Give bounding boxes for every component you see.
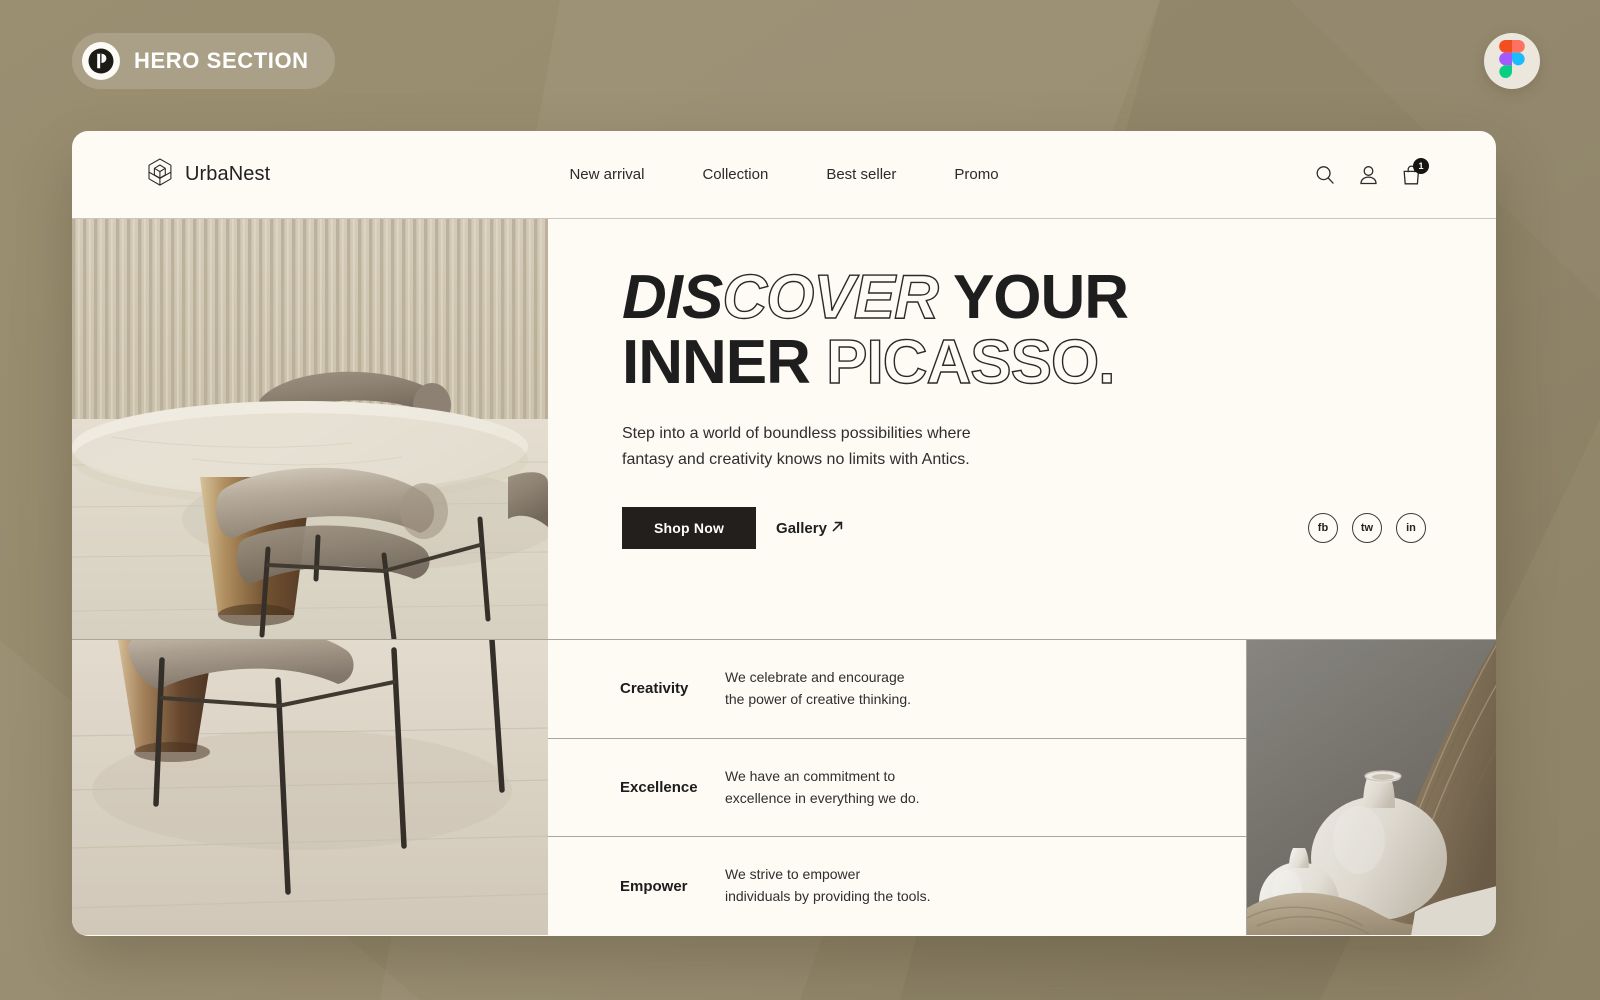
feature-row-excellence: Excellence We have an commitment to exce… bbox=[548, 739, 1246, 838]
nav-link-new-arrival[interactable]: New arrival bbox=[569, 166, 644, 183]
features-photo-left-continuation bbox=[72, 640, 548, 935]
search-icon[interactable] bbox=[1314, 164, 1336, 186]
figma-style-p-logo-icon bbox=[82, 42, 120, 80]
feature-description-line-2: excellence in everything we do. bbox=[725, 789, 920, 806]
feature-description-line-1: We celebrate and encourage bbox=[725, 669, 905, 686]
hero-section-badge-label: HERO SECTION bbox=[134, 48, 309, 73]
hero-cta-row: Shop Now Gallery fb tw in bbox=[622, 507, 1426, 549]
hero-subcopy-line-2: fantasy and creativity knows no limits w… bbox=[622, 451, 970, 469]
website-mockup-card: UrbaNest New arrival Collection Best sel… bbox=[72, 131, 1496, 936]
headline-your: YOUR bbox=[952, 263, 1129, 332]
features-photo-vases bbox=[1246, 640, 1496, 935]
social-links: fb tw in bbox=[1308, 513, 1426, 543]
shop-now-button[interactable]: Shop Now bbox=[622, 507, 757, 549]
hero-photo-dining-room bbox=[72, 219, 548, 639]
arrow-up-right-icon bbox=[831, 520, 844, 537]
gallery-link-label: Gallery bbox=[776, 519, 827, 537]
headline-dis: DIS bbox=[622, 263, 723, 332]
isometric-cube-logo-icon bbox=[146, 157, 174, 192]
feature-description: We strive to empower individuals by prov… bbox=[725, 864, 930, 907]
headline-inner: INNER bbox=[622, 328, 811, 398]
hero-section-badge: HERO SECTION bbox=[72, 33, 335, 89]
hero-copy: DISCOVER YOUR INNER PICASSO. Step into a… bbox=[548, 219, 1496, 639]
hero-headline: DISCOVER YOUR INNER PICASSO. bbox=[622, 263, 1426, 398]
nav-links: New arrival Collection Best seller Promo bbox=[569, 166, 998, 183]
cart-count-badge: 1 bbox=[1413, 157, 1429, 174]
nav-link-collection[interactable]: Collection bbox=[702, 166, 768, 183]
feature-description-line-2: individuals by providing the tools. bbox=[725, 888, 931, 905]
feature-description-line-2: the power of creative thinking. bbox=[725, 690, 911, 707]
shopping-bag-icon[interactable]: 1 bbox=[1401, 157, 1429, 186]
site-navbar: UrbaNest New arrival Collection Best sel… bbox=[72, 131, 1496, 219]
user-icon[interactable] bbox=[1358, 164, 1379, 186]
headline-picasso: PICASSO. bbox=[825, 328, 1116, 398]
headline-cover: COVER bbox=[722, 263, 940, 332]
social-link-facebook[interactable]: fb bbox=[1308, 513, 1338, 543]
social-link-instagram[interactable]: in bbox=[1396, 513, 1426, 543]
nav-actions: 1 bbox=[1314, 157, 1429, 186]
feature-description: We celebrate and encourage the power of … bbox=[725, 667, 911, 710]
hero-subcopy: Step into a world of boundless possibili… bbox=[622, 421, 1022, 473]
figma-logo-button[interactable] bbox=[1484, 33, 1540, 89]
headline-line-2: INNER PICASSO. bbox=[622, 328, 1426, 398]
social-link-twitter[interactable]: tw bbox=[1352, 513, 1382, 543]
feature-title: Creativity bbox=[620, 680, 689, 698]
brand-logo[interactable]: UrbaNest bbox=[146, 157, 270, 192]
hero-body: DISCOVER YOUR INNER PICASSO. Step into a… bbox=[72, 219, 1496, 639]
nav-link-best-seller[interactable]: Best seller bbox=[826, 166, 896, 183]
features-list: Creativity We celebrate and encourage th… bbox=[548, 640, 1246, 935]
gallery-link[interactable]: Gallery bbox=[776, 520, 844, 537]
hero-subcopy-line-1: Step into a world of boundless possibili… bbox=[622, 425, 971, 443]
feature-title: Excellence bbox=[620, 779, 698, 796]
feature-description-line-1: We have an commitment to bbox=[725, 767, 896, 784]
nav-link-promo[interactable]: Promo bbox=[954, 166, 998, 183]
headline-line-1: DISCOVER YOUR bbox=[622, 263, 1426, 332]
feature-description-line-1: We strive to empower bbox=[725, 866, 861, 883]
figma-logo-icon bbox=[1499, 39, 1525, 83]
feature-title: Empower bbox=[620, 877, 688, 895]
feature-row-creativity: Creativity We celebrate and encourage th… bbox=[548, 640, 1246, 739]
feature-row-empower: Empower We strive to empower individuals… bbox=[548, 837, 1246, 935]
brand-name: UrbaNest bbox=[185, 163, 271, 185]
feature-description: We have an commitment to excellence in e… bbox=[725, 766, 920, 809]
features-strip: Creativity We celebrate and encourage th… bbox=[72, 639, 1496, 935]
